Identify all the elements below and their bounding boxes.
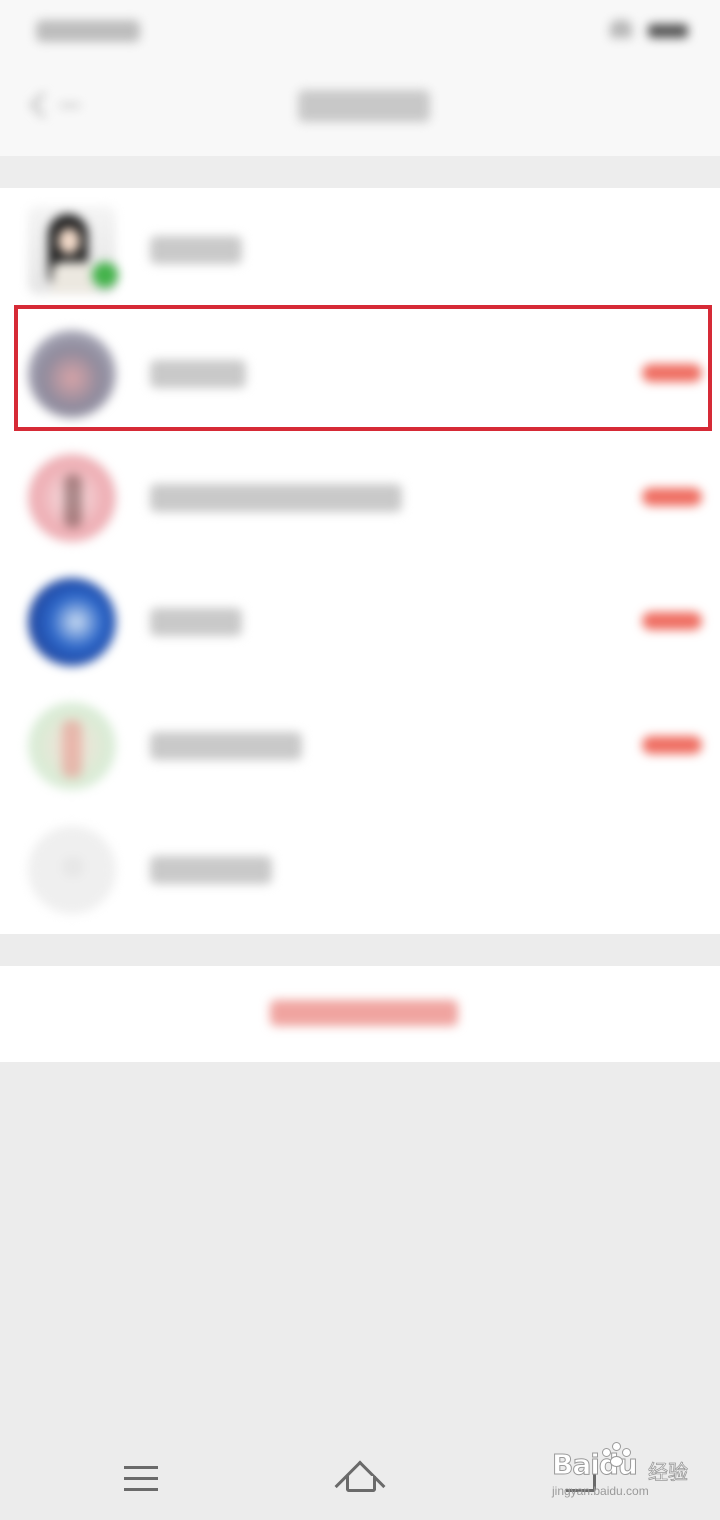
add-account-icon (28, 826, 116, 914)
menu-line (124, 1466, 158, 1469)
account-list (0, 188, 720, 934)
paw-toe (612, 1442, 621, 1451)
watermark-url: jingyan.baidu.com (552, 1484, 649, 1498)
account-name (150, 732, 302, 760)
list-item-account-0[interactable] (0, 188, 720, 312)
highlight-box (14, 305, 712, 431)
account-name (150, 608, 242, 636)
menu-icon[interactable] (124, 1466, 158, 1492)
back-arrow-icon[interactable] (30, 92, 80, 120)
add-account-label (150, 856, 272, 884)
home-icon[interactable] (334, 1460, 386, 1512)
status-badge (642, 488, 702, 506)
status-badge (642, 736, 702, 754)
status-carrier-text (36, 20, 140, 42)
home-base (346, 1476, 376, 1492)
paw-icon (596, 1440, 636, 1468)
avatar (28, 702, 116, 790)
status-bar (0, 0, 720, 64)
page-title (298, 90, 430, 122)
section-divider (0, 156, 720, 188)
list-item-account-2[interactable] (0, 436, 720, 560)
list-item-account-4[interactable] (0, 684, 720, 808)
paw-toe (602, 1448, 611, 1457)
avatar (28, 578, 116, 666)
screen: Baidu 经验 jingyan.baidu.com (0, 0, 720, 1520)
watermark-logo-bai: Bai (552, 1448, 601, 1482)
chevron-left-icon (30, 92, 56, 118)
wechat-icon (92, 262, 118, 288)
wifi-icon (610, 20, 632, 38)
paw-pad (610, 1456, 623, 1467)
avatar (28, 454, 116, 542)
bottom-action-label (270, 1000, 458, 1026)
account-name (150, 236, 242, 264)
menu-line (124, 1488, 158, 1491)
menu-line (124, 1477, 158, 1480)
baidu-jingyan-watermark: Baidu 经验 jingyan.baidu.com (552, 1440, 708, 1502)
status-badge (642, 612, 702, 630)
list-item-account-3[interactable] (0, 560, 720, 684)
avatar-face (58, 228, 80, 254)
paw-toe (622, 1448, 631, 1457)
battery-icon (648, 24, 688, 38)
back-label (60, 104, 80, 107)
avatar-body (52, 262, 94, 294)
account-name (150, 484, 402, 512)
avatar-figure (64, 474, 82, 528)
list-item-add-account[interactable] (0, 808, 720, 932)
watermark-text: 经验 (648, 1460, 689, 1485)
plus-icon (66, 860, 80, 874)
avatar-figure (62, 720, 82, 778)
